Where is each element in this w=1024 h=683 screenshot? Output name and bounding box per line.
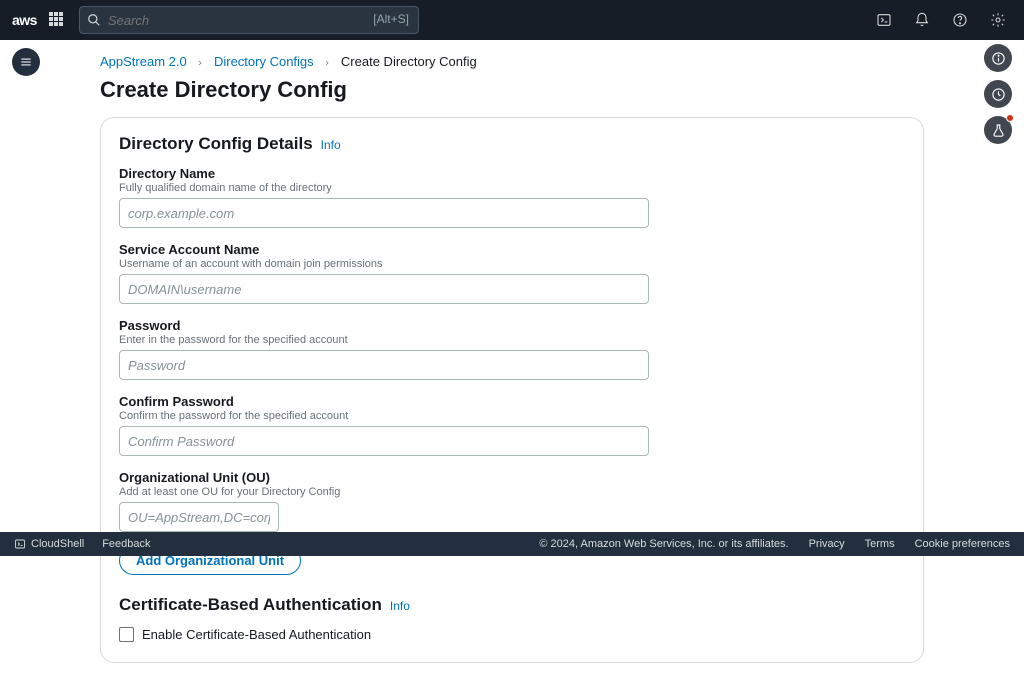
search-shortcut-hint: [Alt+S] [373,12,409,26]
search-container: [Alt+S] [79,6,419,34]
field-confirm-password: Confirm Password Confirm the password fo… [119,394,905,456]
section-heading-text: Certificate-Based Authentication [119,595,382,615]
breadcrumb-directory-configs[interactable]: Directory Configs [214,54,314,69]
help-icon[interactable] [952,12,968,28]
confirm-password-desc: Confirm the password for the specified a… [119,410,905,422]
top-navigation: aws [Alt+S] [0,0,1024,40]
confirm-password-label: Confirm Password [119,394,905,409]
cloudshell-footer-button[interactable]: CloudShell [14,538,84,550]
password-label: Password [119,318,905,333]
section-certificate-auth: Certificate-Based Authentication Info [119,595,905,615]
service-account-label: Service Account Name [119,242,905,257]
enable-cert-auth-checkbox[interactable] [119,627,134,642]
info-panel-button[interactable] [984,44,1012,72]
topnav-icon-group [876,12,1006,28]
service-account-input[interactable] [119,274,649,304]
chevron-right-icon [196,59,204,67]
clock-panel-button[interactable] [984,80,1012,108]
notification-dot [1006,114,1014,122]
field-password: Password Enter in the password for the s… [119,318,905,380]
main-content: AppStream 2.0 Directory Configs Create D… [100,40,924,683]
search-input[interactable] [79,6,419,34]
field-organizational-unit: Organizational Unit (OU) Add at least on… [119,470,905,532]
password-input[interactable] [119,350,649,380]
search-icon [87,13,101,27]
info-link[interactable]: Info [390,599,410,613]
services-grid-icon[interactable] [49,12,65,28]
console-footer: CloudShell Feedback © 2024, Amazon Web S… [0,532,1024,556]
terms-link[interactable]: Terms [865,538,895,550]
field-service-account: Service Account Name Username of an acco… [119,242,905,304]
enable-cert-auth-label: Enable Certificate-Based Authentication [142,627,371,642]
breadcrumb-current: Create Directory Config [341,54,477,69]
service-account-desc: Username of an account with domain join … [119,258,905,270]
settings-icon[interactable] [990,12,1006,28]
directory-name-label: Directory Name [119,166,905,181]
info-icon [991,51,1006,66]
breadcrumb: AppStream 2.0 Directory Configs Create D… [100,48,924,73]
cloudshell-icon [14,538,26,550]
flask-icon [991,123,1006,138]
directory-name-input[interactable] [119,198,649,228]
field-directory-name: Directory Name Fully qualified domain na… [119,166,905,228]
ou-desc: Add at least one OU for your Directory C… [119,486,905,498]
side-nav-toggle[interactable] [12,48,40,76]
form-panel: Directory Config Details Info Directory … [100,117,924,663]
breadcrumb-appstream[interactable]: AppStream 2.0 [100,54,187,69]
right-help-rail [984,44,1012,144]
cookie-preferences-link[interactable]: Cookie preferences [915,538,1010,550]
copyright-text: © 2024, Amazon Web Services, Inc. or its… [539,538,788,550]
hamburger-icon [19,55,33,69]
ou-input[interactable] [119,502,279,532]
directory-name-desc: Fully qualified domain name of the direc… [119,182,905,194]
chevron-right-icon [323,59,331,67]
clock-icon [991,87,1006,102]
info-link[interactable]: Info [321,138,341,152]
experiments-button[interactable] [984,116,1012,144]
section-heading-text: Directory Config Details [119,134,313,154]
cloudshell-icon[interactable] [876,12,892,28]
confirm-password-input[interactable] [119,426,649,456]
page-title: Create Directory Config [100,77,924,103]
password-desc: Enter in the password for the specified … [119,334,905,346]
notifications-icon[interactable] [914,12,930,28]
cloudshell-label: CloudShell [31,538,84,550]
privacy-link[interactable]: Privacy [809,538,845,550]
feedback-link[interactable]: Feedback [102,538,150,550]
section-directory-config-details: Directory Config Details Info [119,134,905,154]
enable-cert-auth-row: Enable Certificate-Based Authentication [119,627,905,642]
aws-logo[interactable]: aws [12,12,37,28]
ou-label: Organizational Unit (OU) [119,470,905,485]
